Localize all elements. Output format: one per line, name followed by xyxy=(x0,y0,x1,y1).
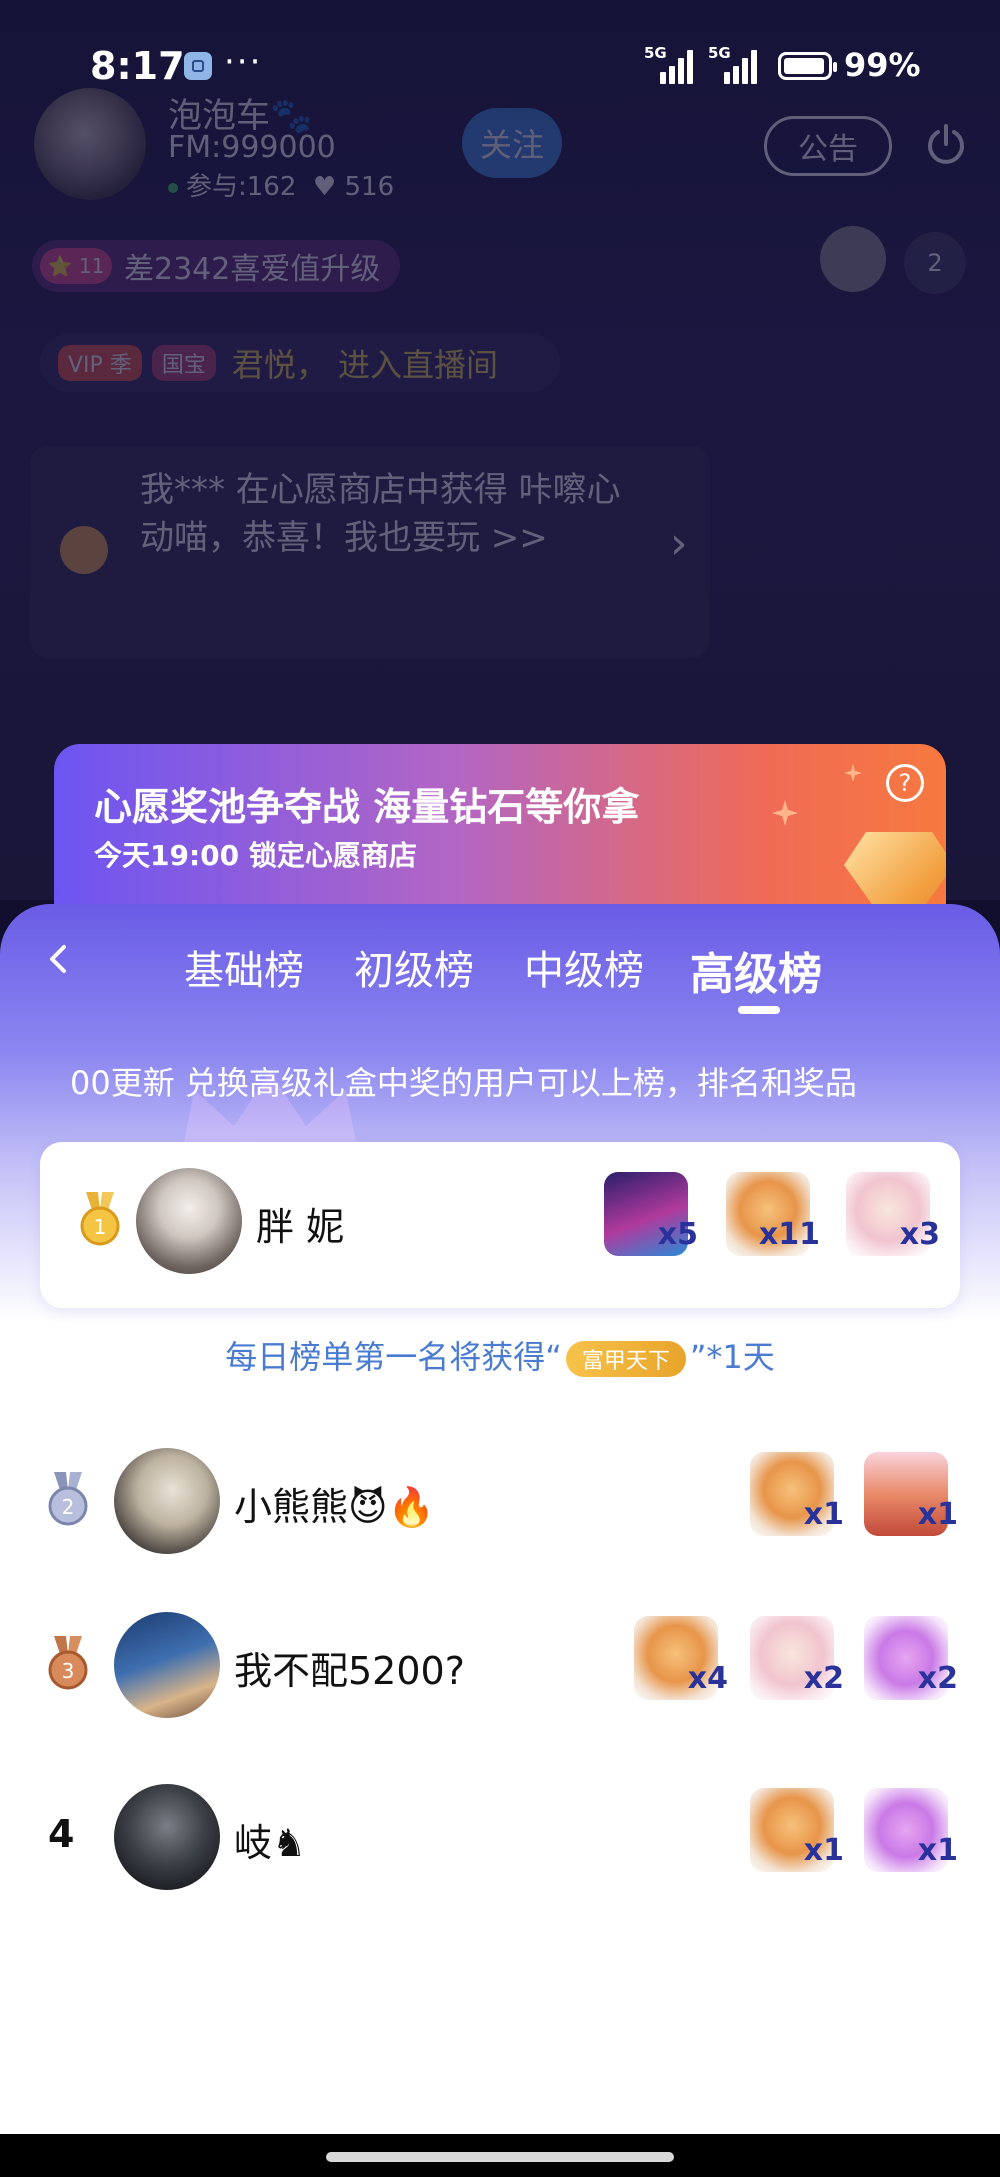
svg-text:1: 1 xyxy=(94,1215,107,1239)
gift-count: x4 xyxy=(687,1661,728,1696)
level-badge: ⭐ 11 xyxy=(40,248,112,284)
help-icon[interactable]: ? xyxy=(886,764,924,802)
svg-text:2: 2 xyxy=(62,1495,75,1519)
battery-icon xyxy=(778,52,837,80)
status-time: 8:17 xyxy=(90,44,185,88)
svg-text:3: 3 xyxy=(62,1659,75,1683)
enter-room-message: VIP 季 国宝 君悦， 进入直播间 xyxy=(40,334,560,392)
gift-count: x2 xyxy=(803,1661,844,1696)
gold-medal-icon: 1 xyxy=(80,1192,120,1246)
online-dot-icon xyxy=(168,182,178,193)
leaderboard-row-3[interactable]: 3 我不配5200? x4 x2 x2 xyxy=(0,1598,1000,1728)
cupid-hearts-gift-icon: x2 xyxy=(858,1610,958,1710)
vip-tag: VIP 季 xyxy=(58,345,142,381)
first-prize-prefix: 每日榜单第一名将获得“ xyxy=(225,1338,562,1376)
tab-junior[interactable]: 初级榜 xyxy=(354,938,474,996)
leaderboard-row-2[interactable]: 2 小熊熊😈🔥 x1 x1 xyxy=(0,1434,1000,1564)
rank-number: 4 xyxy=(48,1812,75,1856)
camera-cat-gift-icon: x4 xyxy=(628,1610,728,1710)
cupid-hearts-gift-icon: x1 xyxy=(858,1782,958,1882)
user-name: 小熊熊😈🔥 xyxy=(234,1485,435,1529)
sparkle-icon xyxy=(844,764,862,782)
tab-intermediate[interactable]: 中级榜 xyxy=(524,938,644,996)
promo-title: 心愿奖池争夺战 海量钻石等你拿 xyxy=(94,785,640,829)
chevron-right-icon: › xyxy=(670,518,688,569)
first-prize-suffix: ”*1天 xyxy=(689,1338,775,1376)
leaderboard-sheet: 基础榜 初级榜 中级榜 高级榜 00更新 兑换高级礼盒中奖的用户可以上榜，排名和… xyxy=(0,904,1000,2134)
signal-1-icon xyxy=(660,48,702,84)
enter-room-text: 君悦， 进入直播间 xyxy=(231,346,499,384)
user-name: 胖 妮 xyxy=(256,1205,345,1249)
host-stats: 参与:162 ♥ 516 xyxy=(168,166,394,203)
host-fm-id: FM:999000 xyxy=(168,130,336,165)
silver-medal-icon: 2 xyxy=(48,1472,88,1526)
sparkle-icon xyxy=(772,800,798,826)
gift-count: x11 xyxy=(758,1217,820,1252)
user-avatar[interactable] xyxy=(114,1784,220,1890)
bronze-medal-icon: 3 xyxy=(48,1636,88,1690)
like-count: ♥ 516 xyxy=(312,172,395,202)
user-name: 岐♞ xyxy=(234,1821,307,1865)
tab-basic[interactable]: 基础榜 xyxy=(184,938,304,996)
more-notifications-icon: ··· xyxy=(224,42,263,82)
gift-count: x1 xyxy=(917,1833,958,1868)
gift-box-icon xyxy=(60,526,108,574)
camera-cat-gift-icon: x1 xyxy=(744,1446,844,1546)
first-place-reward-note: 每日榜单第一名将获得“ 富甲天下 ”*1天 xyxy=(0,1332,1000,1378)
level-progress-text: 差2342喜爱值升级 xyxy=(124,252,381,287)
camera-cat-gift-icon: x1 xyxy=(744,1782,844,1882)
user-name: 我不配5200? xyxy=(234,1649,465,1693)
leaderboard-row-1[interactable]: 1 胖 妮 x5 x11 x3 xyxy=(0,1154,1000,1284)
app-notification-icon xyxy=(184,52,212,80)
leaderboard-rules-marquee: 00更新 兑换高级礼盒中奖的用户可以上榜，排名和奖品 xyxy=(70,1064,857,1102)
level-progress-pill[interactable]: ⭐ 11 差2342喜爱值升级 xyxy=(32,240,401,292)
camera-cat-gift-icon: x11 xyxy=(720,1166,820,1266)
user-avatar[interactable] xyxy=(114,1612,220,1718)
princess-bear-gift-icon: x2 xyxy=(744,1610,844,1710)
user-avatar[interactable] xyxy=(136,1168,242,1274)
gift-count: x5 xyxy=(657,1217,698,1252)
follow-button[interactable]: 关注 xyxy=(462,108,562,178)
gift-count: x2 xyxy=(917,1661,958,1696)
active-tab-indicator xyxy=(738,1006,780,1014)
fox-couple-gift-icon: x1 xyxy=(858,1446,958,1546)
battery-percent: 99% xyxy=(844,46,921,84)
power-exit-icon[interactable] xyxy=(924,122,968,166)
viewer-avatar[interactable] xyxy=(820,226,886,292)
gift-count: x1 xyxy=(803,1497,844,1532)
gift-count: x1 xyxy=(917,1497,958,1532)
fujia-tianxia-badge: 富甲天下 xyxy=(565,1341,686,1377)
notice-button[interactable]: 公告 xyxy=(764,116,892,176)
leaderboard-row-4[interactable]: 4 岐♞ x1 x1 xyxy=(0,1770,1000,1900)
wish-shop-message-text: 我*** 在心愿商店中获得 咔嚓心动喵，恭喜！我也要玩 >> xyxy=(140,470,621,558)
princess-bear-gift-icon: x3 xyxy=(840,1166,940,1266)
home-indicator[interactable] xyxy=(326,2152,674,2162)
viewer-count[interactable]: 2 xyxy=(904,232,966,294)
leaderboard-tabs: 基础榜 初级榜 中级榜 高级榜 xyxy=(160,938,860,1008)
gift-count: x3 xyxy=(899,1217,940,1252)
dj-girl-gift-icon: x5 xyxy=(598,1166,698,1266)
guobao-tag: 国宝 xyxy=(151,345,216,381)
promo-subtitle: 今天19:00 锁定心愿商店 xyxy=(94,839,417,872)
host-avatar[interactable] xyxy=(34,88,146,200)
tab-advanced[interactable]: 高级榜 xyxy=(690,938,822,1002)
participant-count: 参与:162 xyxy=(186,172,297,202)
wish-shop-message-card[interactable]: 我*** 在心愿商店中获得 咔嚓心动喵，恭喜！我也要玩 >> › xyxy=(30,446,710,658)
signal-2-icon xyxy=(724,48,766,84)
gift-count: x1 xyxy=(803,1833,844,1868)
user-avatar[interactable] xyxy=(114,1448,220,1554)
back-arrow-icon[interactable] xyxy=(44,944,74,974)
